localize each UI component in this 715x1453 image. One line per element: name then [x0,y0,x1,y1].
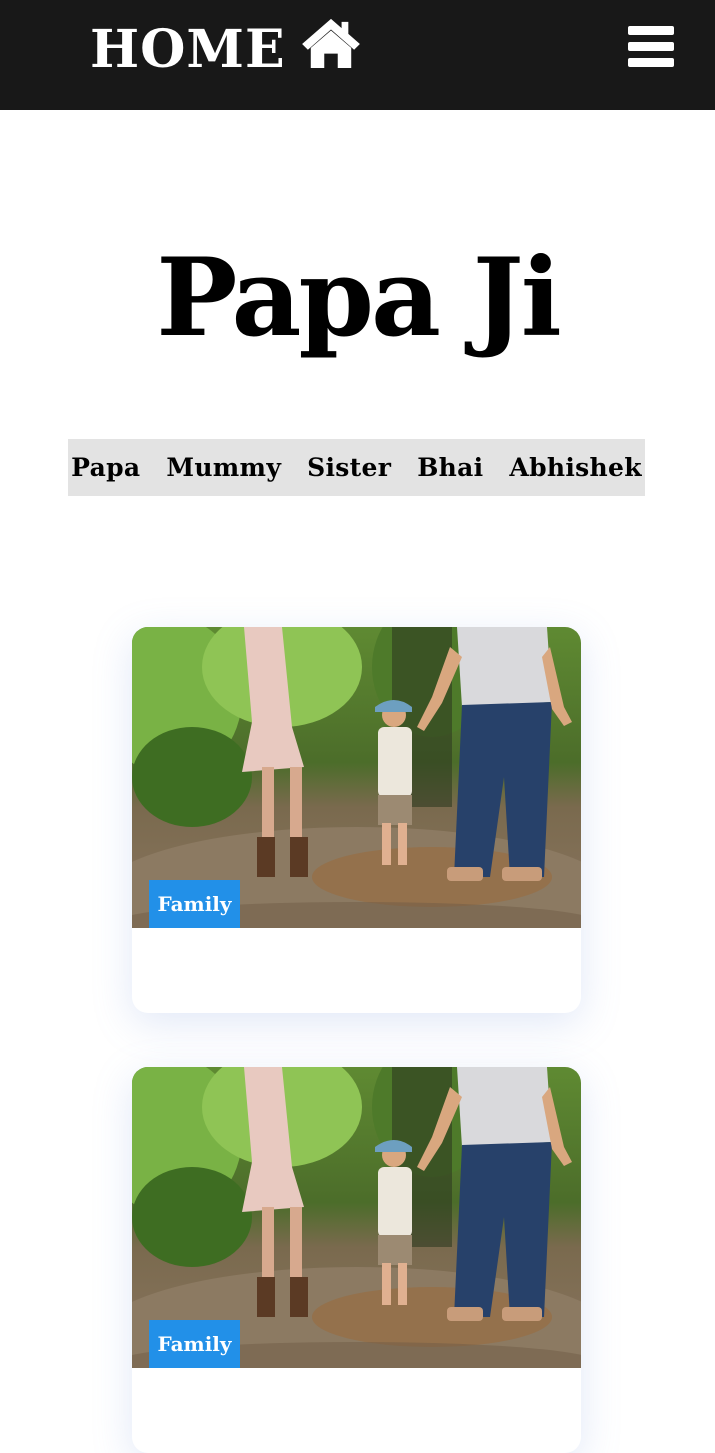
nav-item-abhishek[interactable]: Abhishek [509,453,641,482]
nav-item-papa[interactable]: Papa [71,453,140,482]
nav-item-bhai[interactable]: Bhai [417,453,483,482]
home-label: HOME [90,19,286,80]
post-card[interactable]: Family [132,1067,581,1453]
site-title: Papa Ji [156,235,562,361]
category-tag[interactable]: Family [149,1320,240,1368]
home-icon [301,18,360,69]
hamburger-menu-icon[interactable] [628,26,676,68]
family-nav: Papa Mummy Sister Bhai Abhishek [68,439,645,496]
category-tag[interactable]: Family [149,880,240,928]
post-card[interactable]: Family [132,627,581,1013]
nav-item-sister[interactable]: Sister [307,453,391,482]
menu-bar-top [628,26,674,35]
home-link[interactable]: HOME [90,14,362,86]
menu-bar-bottom [628,58,674,67]
top-navigation-bar: HOME [0,0,715,110]
nav-item-mummy[interactable]: Mummy [166,453,281,482]
menu-bar-middle [628,42,674,51]
